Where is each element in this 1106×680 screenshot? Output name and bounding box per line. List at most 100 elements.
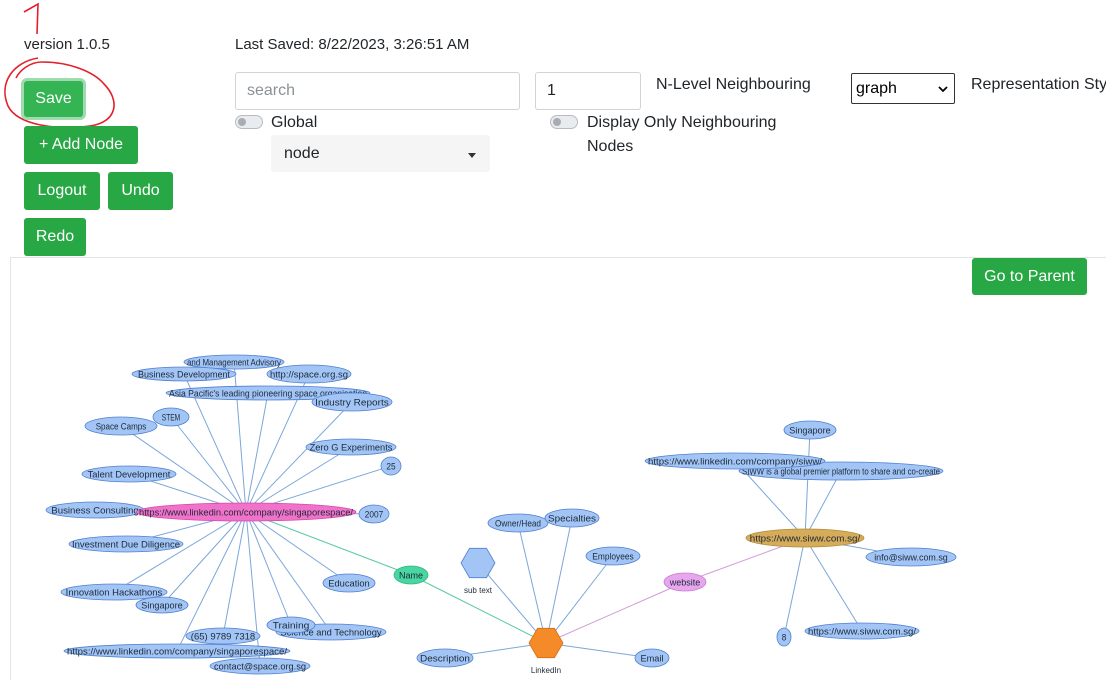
graph-node[interactable]: sub text xyxy=(460,547,496,595)
graph-node[interactable]: Description xyxy=(416,648,474,668)
node-label: https://www.linkedin.com/company/singapo… xyxy=(67,647,288,657)
graph-node[interactable]: https://www.linkedin.com/company/siww/ xyxy=(644,452,826,470)
graph-node[interactable]: website xyxy=(663,572,707,592)
graph-edge xyxy=(245,511,261,667)
graph-node[interactable]: http://space.org.sg xyxy=(266,364,352,384)
representation-label: Representation Styl xyxy=(971,76,1106,93)
n-level-label: N-Level Neighbouring xyxy=(656,76,811,93)
graph-node[interactable]: Singapore xyxy=(783,420,837,440)
representation-selected: graph xyxy=(856,79,897,97)
graph-edge xyxy=(517,522,547,644)
node-label: Talent Development xyxy=(88,470,171,480)
graph-canvas[interactable]: Go to Parent and Management Advisory Busi… xyxy=(10,257,1106,680)
node-label: Industry Reports xyxy=(315,398,389,408)
redo-button[interactable]: Redo xyxy=(24,218,86,256)
node-label: https://www.linkedin.com/company/siww/ xyxy=(648,457,823,467)
node-label: (65) 9789 7318 xyxy=(191,632,255,642)
graph-edge xyxy=(222,511,247,637)
graph-node[interactable]: Talent Development xyxy=(81,465,177,483)
node-label: Singapore xyxy=(789,426,830,436)
node-label: Space Camps xyxy=(96,422,147,432)
graph-node[interactable]: STEM xyxy=(152,407,190,427)
node-label: Name xyxy=(399,571,423,581)
graph-node[interactable]: Employees xyxy=(585,546,641,566)
graph-edge xyxy=(245,392,269,513)
node-label: 8 xyxy=(782,633,787,643)
graph-edge xyxy=(170,416,247,513)
graph-node[interactable]: Email xyxy=(634,648,670,668)
graph-node[interactable]: Education xyxy=(322,573,376,593)
graph-node[interactable]: Business Development xyxy=(131,366,237,382)
graph-svg: and Management Advisory Business Developm… xyxy=(45,354,957,675)
graph-edge xyxy=(804,537,863,632)
graph-edge xyxy=(245,511,292,626)
node-label: contact@space.org.sg xyxy=(214,662,306,672)
node-type-dropdown[interactable]: node xyxy=(271,135,490,172)
node-label: 2007 xyxy=(365,510,383,520)
neighbouring-toggle[interactable] xyxy=(550,115,578,129)
graph-edge xyxy=(245,511,412,576)
add-node-button[interactable]: + Add Node xyxy=(24,126,138,164)
node-label: info@siww.com.sg xyxy=(874,553,948,563)
linkedin-hexagon-icon xyxy=(528,627,564,659)
neighbouring-label-line2: Nodes xyxy=(587,138,634,155)
node-label: sub text xyxy=(464,586,493,595)
graph-edge xyxy=(245,511,332,633)
graph-node[interactable]: Training xyxy=(266,616,316,634)
global-label: Global xyxy=(271,114,318,131)
level-input[interactable] xyxy=(535,72,641,110)
node-label: Description xyxy=(420,654,470,664)
graph-node[interactable]: Industry Reports xyxy=(311,392,393,412)
node-label: Education xyxy=(328,579,369,589)
graph-node[interactable]: Investment Due Diligence xyxy=(68,535,184,553)
node-label: LinkedIn xyxy=(531,666,561,675)
graph-node[interactable]: 25 xyxy=(380,456,402,476)
undo-button[interactable]: Undo xyxy=(108,172,173,210)
node-label: STEM xyxy=(162,413,180,423)
graph-edge xyxy=(245,511,350,584)
graph-node[interactable]: 2007 xyxy=(358,504,390,524)
node-label: Zero G Experiments xyxy=(310,443,393,453)
node-label: https://www.linkedin.com/company/singapo… xyxy=(139,508,354,518)
graph-node[interactable]: info@siww.com.sg xyxy=(865,547,957,567)
graph-node[interactable]: https://www.siww.com.sg/ xyxy=(804,622,920,640)
neighbouring-label-line1: Display Only Neighbouring xyxy=(587,114,777,131)
graph-node[interactable]: Specialties xyxy=(544,508,600,528)
graph-node[interactable]: https://www.linkedin.com/company/singapo… xyxy=(63,643,291,659)
node-label: Business Consulting xyxy=(51,506,138,516)
graph-node[interactable]: Owner/Head xyxy=(487,513,549,533)
graph-node[interactable]: Name xyxy=(393,565,429,585)
node-type-selected: node xyxy=(284,144,320,162)
graph-edge xyxy=(545,555,614,644)
version-label: version 1.0.5 xyxy=(24,36,110,53)
search-input[interactable] xyxy=(235,72,520,110)
hexagon-icon xyxy=(460,547,496,579)
graph-edge xyxy=(804,429,811,539)
node-label: Training xyxy=(273,621,310,631)
graph-node[interactable]: LinkedIn xyxy=(528,627,564,675)
logout-button[interactable]: Logout xyxy=(24,172,100,210)
save-button[interactable]: Save xyxy=(24,81,83,117)
node-label: and Management Advisory xyxy=(187,358,281,368)
graph-node[interactable]: https://www.linkedin.com/company/singapo… xyxy=(135,502,357,522)
node-label: Business Development xyxy=(138,370,230,380)
node-label: Investment Due Diligence xyxy=(72,540,180,550)
representation-select[interactable]: graph xyxy=(851,73,955,104)
global-toggle[interactable] xyxy=(235,115,263,129)
last-saved-label: Last Saved: 8/22/2023, 3:26:51 AM xyxy=(235,36,470,53)
node-label: Innovation Hackathons xyxy=(66,588,163,598)
node-label: https://www.siww.com.sg/ xyxy=(750,534,861,544)
chevron-down-icon xyxy=(938,86,948,93)
node-label: Singapore xyxy=(141,601,182,611)
graph-node[interactable]: 8 xyxy=(776,627,792,647)
graph-node[interactable]: Zero G Experiments xyxy=(305,438,397,456)
graph-node[interactable]: Singapore xyxy=(135,596,189,614)
graph-node[interactable]: Space Camps xyxy=(84,416,158,436)
graph-edge xyxy=(545,581,686,644)
graph-edge xyxy=(783,537,806,638)
graph-node[interactable]: Business Consulting xyxy=(45,501,145,519)
graph-node[interactable]: (65) 9789 7318 xyxy=(185,627,261,645)
graph-node[interactable]: https://www.siww.com.sg/ xyxy=(745,528,865,548)
graph-node[interactable]: contact@space.org.sg xyxy=(209,657,311,675)
node-label: Email xyxy=(641,654,664,664)
